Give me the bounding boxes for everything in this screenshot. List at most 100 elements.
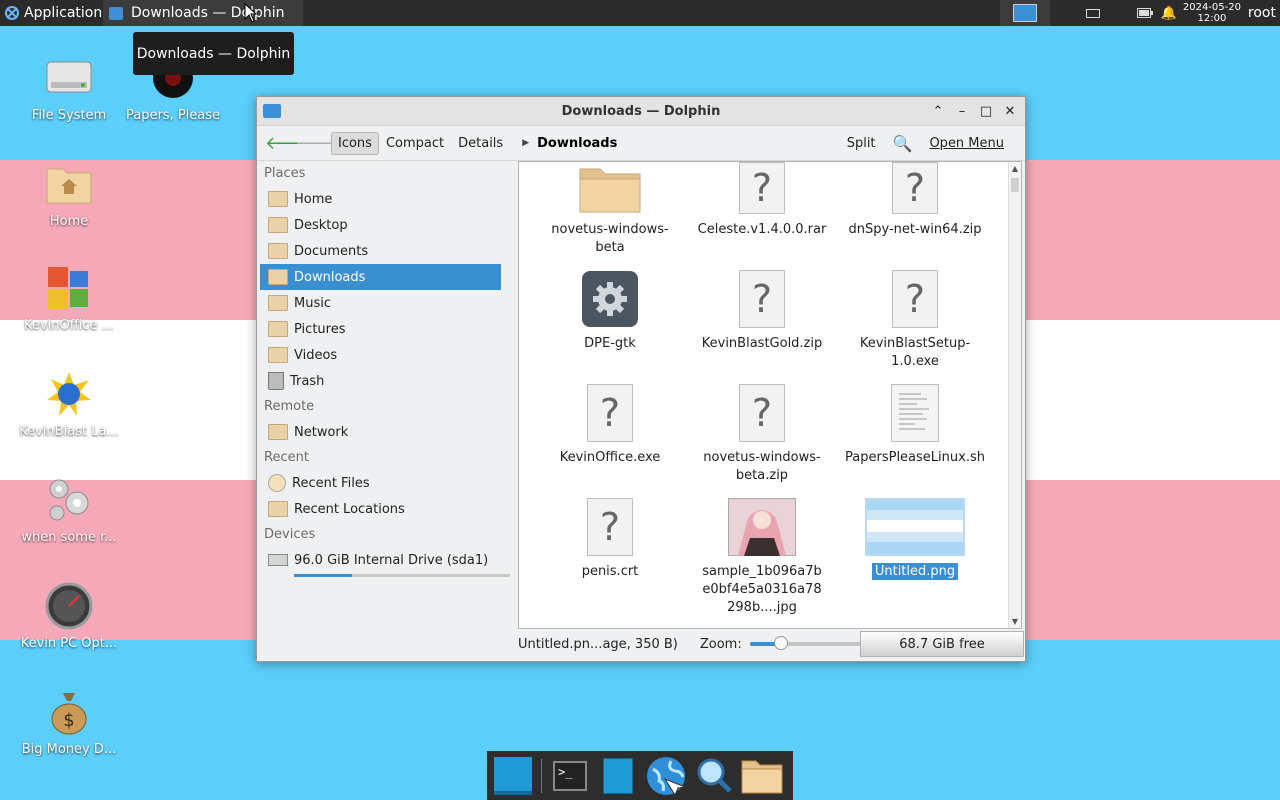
desktop-icon-file-system[interactable]: File System — [14, 52, 124, 123]
toolbar: 🡐 🡒 Icons Compact Details ▶ Downloads Sp… — [257, 126, 1025, 161]
places-item-pictures[interactable]: Pictures — [260, 316, 501, 342]
scroll-down-icon[interactable]: ▼ — [1009, 617, 1021, 626]
desktop-icon-when-some[interactable]: when some r... — [14, 474, 124, 545]
open-menu-button[interactable]: Open Menu — [922, 132, 1011, 155]
dock-terminal[interactable]: >_ — [548, 754, 592, 798]
taskbar-item-dolphin[interactable]: Downloads — Dolphin — [103, 0, 303, 26]
workspace-icon — [1012, 4, 1037, 22]
window-icon — [1085, 8, 1100, 18]
breadcrumb: ▶ Downloads — [522, 136, 617, 151]
file-item-novetus-folder[interactable]: novetus-windows-beta — [540, 162, 680, 257]
file-item-sample-jpg[interactable]: sample_1b096a7be0bf4e5a0316a78298b....jp… — [692, 498, 832, 617]
globe-icon — [647, 756, 687, 796]
scroll-up-icon[interactable]: ▲ — [1009, 164, 1021, 173]
dock: >_ — [487, 751, 793, 800]
places-item-videos[interactable]: Videos — [260, 342, 501, 368]
places-item-music[interactable]: Music — [260, 290, 501, 316]
dock-show-desktop[interactable] — [491, 754, 535, 798]
file-item-name: PapersPleaseLinux.sh — [845, 450, 985, 465]
notifications-button[interactable]: 🔔 — [1156, 0, 1182, 26]
file-item-name: novetus-windows-beta.zip — [703, 450, 821, 483]
places-item-downloads[interactable]: Downloads — [260, 264, 501, 290]
clock[interactable]: 2024-05-20 12:00 — [1182, 2, 1242, 24]
places-item-label: Documents — [294, 243, 369, 259]
places-item-home[interactable]: Home — [260, 186, 501, 212]
office-suite-icon — [43, 262, 95, 314]
file-item-untitled-png[interactable]: Untitled.png — [845, 498, 985, 581]
show-desktop-button[interactable] — [1068, 0, 1118, 26]
file-item-name: Celeste.v1.4.0.0.rar — [697, 222, 827, 237]
zoom-label: Zoom: — [699, 636, 742, 652]
file-item-penis-crt[interactable]: ? penis.crt — [540, 498, 680, 581]
file-view[interactable]: novetus-windows-beta ? Celeste.v1.4.0.0.… — [518, 161, 1022, 629]
zoom-slider-handle[interactable] — [773, 636, 788, 650]
file-manager-icon — [603, 757, 633, 794]
battery-indicator[interactable] — [1134, 0, 1156, 26]
devices-section-header: Devices — [264, 527, 316, 542]
clock-date: 2024-05-20 — [1182, 2, 1241, 13]
places-item-label: Recent Files — [292, 475, 370, 491]
file-item-name: KevinBlastSetup-1.0.exe — [859, 336, 971, 369]
dock-web-browser[interactable] — [644, 754, 688, 798]
dock-home-folder[interactable] — [740, 754, 784, 798]
places-item-recent-files[interactable]: Recent Files — [260, 470, 501, 496]
places-item-recent-locations[interactable]: Recent Locations — [260, 496, 501, 522]
desktop-icon-big-money[interactable]: $ Big Money D... — [14, 686, 124, 757]
remote-section-header: Remote — [264, 399, 315, 414]
file-item-kevinblastgold-zip[interactable]: ? KevinBlastGold.zip — [692, 270, 832, 353]
close-icon[interactable]: ✕ — [1003, 104, 1017, 119]
view-icons-button[interactable]: Icons — [331, 131, 379, 155]
battery-icon — [1136, 8, 1153, 18]
scrollbar-thumb[interactable] — [1011, 178, 1019, 192]
file-item-papersplease-sh[interactable]: PapersPleaseLinux.sh — [845, 384, 985, 467]
unknown-file-icon: ? — [892, 270, 938, 328]
dolphin-app-icon — [109, 6, 123, 20]
view-compact-button[interactable]: Compact — [379, 132, 451, 155]
places-item-label: Videos — [294, 347, 338, 363]
file-item-kevinblastsetup-exe[interactable]: ? KevinBlastSetup-1.0.exe — [845, 270, 985, 371]
dock-file-manager[interactable] — [596, 754, 640, 798]
desktop-icon-home[interactable]: Home — [14, 158, 124, 229]
zoom-slider[interactable] — [749, 636, 866, 650]
dock-search[interactable] — [692, 754, 736, 798]
file-item-kevinoffice-exe[interactable]: ? KevinOffice.exe — [540, 384, 680, 467]
mouse-pointer-icon — [244, 3, 258, 23]
desktop-icon-label: Papers, Please — [125, 108, 221, 123]
file-item-novetus-zip[interactable]: ? novetus-windows-beta.zip — [692, 384, 832, 485]
split-button[interactable]: Split — [840, 132, 883, 155]
free-space-indicator[interactable]: 68.7 GiB free — [860, 631, 1024, 657]
places-item-desktop[interactable]: Desktop — [260, 212, 501, 238]
back-arrow-icon[interactable]: 🡐 — [265, 133, 313, 154]
breadcrumb-downloads[interactable]: Downloads — [537, 136, 617, 151]
chevron-up-icon[interactable]: ⌃ — [931, 104, 945, 119]
places-item-internal-drive[interactable]: 96.0 GiB Internal Drive (sda1) — [260, 547, 510, 577]
desktop-icon-kevinblast[interactable]: KevinBlast La... — [14, 368, 124, 439]
videos-folder-icon — [268, 347, 288, 363]
view-details-button[interactable]: Details — [451, 132, 510, 155]
desktop-icon-kevin-pc-optimizer[interactable]: Kevin PC Opt... — [14, 580, 124, 651]
maximize-icon[interactable]: □ — [979, 104, 993, 119]
file-item-dpe-gtk[interactable]: DPE-gtk — [540, 270, 680, 353]
minimize-icon[interactable]: – — [955, 104, 969, 119]
bell-icon: 🔔 — [1160, 5, 1178, 21]
folder-icon — [540, 162, 680, 214]
desktop-icon-kevinoffice[interactable]: KevinOffice ... — [14, 262, 124, 333]
places-item-label: Recent Locations — [294, 501, 405, 517]
workspace-switcher[interactable] — [999, 0, 1050, 26]
dolphin-window-icon[interactable] — [263, 104, 281, 118]
places-item-trash[interactable]: Trash — [260, 368, 501, 394]
forward-arrow-icon[interactable]: 🡒 — [295, 133, 343, 154]
desktop-icon-label: Kevin PC Opt... — [20, 636, 118, 651]
file-item-celeste-rar[interactable]: ? Celeste.v1.4.0.0.rar — [692, 162, 832, 239]
vertical-scrollbar[interactable]: ▲ ▼ — [1008, 162, 1021, 628]
file-item-dnspy-zip[interactable]: ? dnSpy-net-win64.zip — [845, 162, 985, 239]
search-icon[interactable]: 🔍 — [893, 134, 913, 153]
places-item-network[interactable]: Network — [260, 419, 501, 445]
places-item-label: Network — [294, 424, 349, 440]
window-titlebar[interactable]: Downloads — Dolphin ⌃ – □ ✕ — [257, 97, 1025, 126]
user-menu[interactable]: root — [1242, 5, 1280, 21]
file-item-name-selected: Untitled.png — [871, 563, 959, 580]
places-item-documents[interactable]: Documents — [260, 238, 501, 264]
places-item-label: 96.0 GiB Internal Drive (sda1) — [294, 552, 489, 568]
drive-usage-bar — [294, 574, 510, 577]
